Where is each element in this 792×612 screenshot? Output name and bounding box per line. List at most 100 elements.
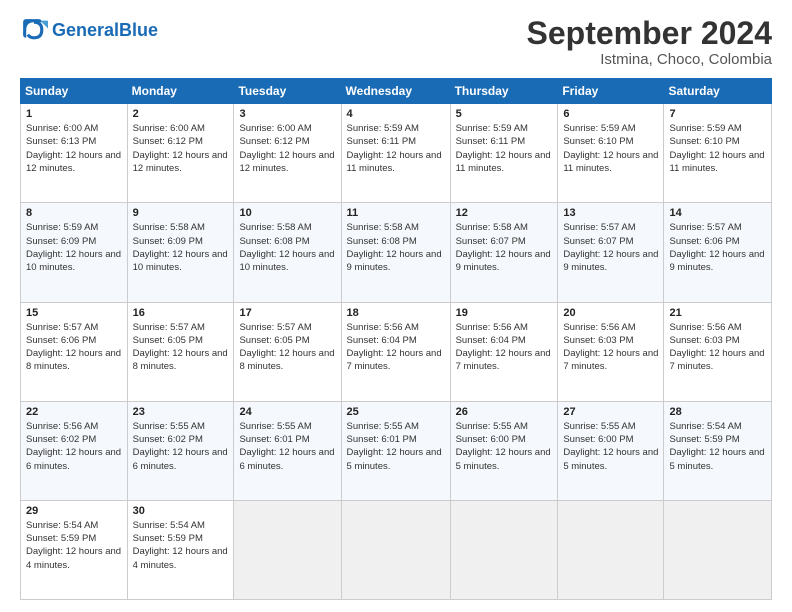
sunset-label: Sunset: 6:07 PM <box>456 236 526 247</box>
sunset-label: Sunset: 6:06 PM <box>26 335 96 346</box>
table-row: 5 Sunrise: 5:59 AM Sunset: 6:11 PM Dayli… <box>450 104 558 203</box>
day-detail: Sunrise: 5:58 AM Sunset: 6:09 PM Dayligh… <box>133 221 229 274</box>
sunset-label: Sunset: 6:05 PM <box>133 335 203 346</box>
day-number: 16 <box>133 307 229 319</box>
sunset-label: Sunset: 5:59 PM <box>133 533 203 544</box>
day-number: 21 <box>669 307 766 319</box>
sunset-label: Sunset: 6:04 PM <box>456 335 526 346</box>
sunrise-label: Sunrise: 5:55 AM <box>239 421 311 432</box>
day-number: 11 <box>347 207 445 219</box>
month-title: September 2024 <box>527 16 772 51</box>
table-row: 24 Sunrise: 5:55 AM Sunset: 6:01 PM Dayl… <box>234 401 341 500</box>
sunset-label: Sunset: 6:08 PM <box>239 236 309 247</box>
day-detail: Sunrise: 5:59 AM Sunset: 6:09 PM Dayligh… <box>26 221 122 274</box>
col-friday: Friday <box>558 79 664 104</box>
day-detail: Sunrise: 5:57 AM Sunset: 6:06 PM Dayligh… <box>669 221 766 274</box>
table-row: 16 Sunrise: 5:57 AM Sunset: 6:05 PM Dayl… <box>127 302 234 401</box>
table-row: 17 Sunrise: 5:57 AM Sunset: 6:05 PM Dayl… <box>234 302 341 401</box>
header: GeneralBlue September 2024 Istmina, Choc… <box>20 16 772 68</box>
sunset-label: Sunset: 5:59 PM <box>26 533 96 544</box>
table-row: 10 Sunrise: 5:58 AM Sunset: 6:08 PM Dayl… <box>234 203 341 302</box>
daylight-label: Daylight: 12 hours and 8 minutes. <box>26 348 121 372</box>
sunset-label: Sunset: 6:01 PM <box>347 434 417 445</box>
day-number: 17 <box>239 307 335 319</box>
daylight-label: Daylight: 12 hours and 8 minutes. <box>133 348 228 372</box>
table-row: 27 Sunrise: 5:55 AM Sunset: 6:00 PM Dayl… <box>558 401 664 500</box>
sunrise-label: Sunrise: 5:57 AM <box>239 322 311 333</box>
day-detail: Sunrise: 5:56 AM Sunset: 6:03 PM Dayligh… <box>669 321 766 374</box>
day-number: 12 <box>456 207 553 219</box>
daylight-label: Daylight: 12 hours and 6 minutes. <box>239 447 334 471</box>
table-row: 13 Sunrise: 5:57 AM Sunset: 6:07 PM Dayl… <box>558 203 664 302</box>
sunset-label: Sunset: 6:02 PM <box>133 434 203 445</box>
sunset-label: Sunset: 6:00 PM <box>563 434 633 445</box>
day-number: 19 <box>456 307 553 319</box>
table-row: 25 Sunrise: 5:55 AM Sunset: 6:01 PM Dayl… <box>341 401 450 500</box>
day-detail: Sunrise: 5:59 AM Sunset: 6:10 PM Dayligh… <box>563 122 658 175</box>
subtitle: Istmina, Choco, Colombia <box>527 51 772 68</box>
sunrise-label: Sunrise: 5:58 AM <box>347 222 419 233</box>
day-number: 5 <box>456 108 553 120</box>
daylight-label: Daylight: 12 hours and 10 minutes. <box>133 249 228 273</box>
day-detail: Sunrise: 5:58 AM Sunset: 6:07 PM Dayligh… <box>456 221 553 274</box>
table-row: 11 Sunrise: 5:58 AM Sunset: 6:08 PM Dayl… <box>341 203 450 302</box>
day-detail: Sunrise: 5:58 AM Sunset: 6:08 PM Dayligh… <box>239 221 335 274</box>
sunset-label: Sunset: 6:04 PM <box>347 335 417 346</box>
col-wednesday: Wednesday <box>341 79 450 104</box>
table-row: 28 Sunrise: 5:54 AM Sunset: 5:59 PM Dayl… <box>664 401 772 500</box>
sunrise-label: Sunrise: 6:00 AM <box>26 123 98 134</box>
sunrise-label: Sunrise: 5:54 AM <box>669 421 741 432</box>
daylight-label: Daylight: 12 hours and 11 minutes. <box>347 150 442 174</box>
logo-icon <box>20 16 48 44</box>
table-row <box>664 500 772 599</box>
day-detail: Sunrise: 5:55 AM Sunset: 6:02 PM Dayligh… <box>133 420 229 473</box>
logo: GeneralBlue <box>20 16 158 44</box>
table-row: 2 Sunrise: 6:00 AM Sunset: 6:12 PM Dayli… <box>127 104 234 203</box>
sunrise-label: Sunrise: 5:56 AM <box>456 322 528 333</box>
table-row: 30 Sunrise: 5:54 AM Sunset: 5:59 PM Dayl… <box>127 500 234 599</box>
table-row: 29 Sunrise: 5:54 AM Sunset: 5:59 PM Dayl… <box>21 500 128 599</box>
daylight-label: Daylight: 12 hours and 7 minutes. <box>669 348 764 372</box>
table-row: 8 Sunrise: 5:59 AM Sunset: 6:09 PM Dayli… <box>21 203 128 302</box>
table-row: 21 Sunrise: 5:56 AM Sunset: 6:03 PM Dayl… <box>664 302 772 401</box>
daylight-label: Daylight: 12 hours and 5 minutes. <box>456 447 551 471</box>
table-row: 12 Sunrise: 5:58 AM Sunset: 6:07 PM Dayl… <box>450 203 558 302</box>
day-detail: Sunrise: 5:56 AM Sunset: 6:04 PM Dayligh… <box>347 321 445 374</box>
daylight-label: Daylight: 12 hours and 11 minutes. <box>669 150 764 174</box>
table-row <box>341 500 450 599</box>
col-monday: Monday <box>127 79 234 104</box>
sunrise-label: Sunrise: 5:59 AM <box>26 222 98 233</box>
sunrise-label: Sunrise: 5:56 AM <box>669 322 741 333</box>
day-number: 2 <box>133 108 229 120</box>
day-number: 25 <box>347 406 445 418</box>
day-number: 6 <box>563 108 658 120</box>
table-row: 19 Sunrise: 5:56 AM Sunset: 6:04 PM Dayl… <box>450 302 558 401</box>
day-detail: Sunrise: 5:59 AM Sunset: 6:11 PM Dayligh… <box>347 122 445 175</box>
day-detail: Sunrise: 5:57 AM Sunset: 6:06 PM Dayligh… <box>26 321 122 374</box>
daylight-label: Daylight: 12 hours and 9 minutes. <box>669 249 764 273</box>
day-number: 29 <box>26 505 122 517</box>
daylight-label: Daylight: 12 hours and 4 minutes. <box>26 546 121 570</box>
daylight-label: Daylight: 12 hours and 6 minutes. <box>133 447 228 471</box>
day-number: 27 <box>563 406 658 418</box>
sunrise-label: Sunrise: 5:58 AM <box>239 222 311 233</box>
daylight-label: Daylight: 12 hours and 6 minutes. <box>26 447 121 471</box>
day-number: 14 <box>669 207 766 219</box>
daylight-label: Daylight: 12 hours and 8 minutes. <box>239 348 334 372</box>
day-detail: Sunrise: 5:54 AM Sunset: 5:59 PM Dayligh… <box>26 519 122 572</box>
daylight-label: Daylight: 12 hours and 7 minutes. <box>563 348 658 372</box>
sunset-label: Sunset: 6:00 PM <box>456 434 526 445</box>
day-number: 18 <box>347 307 445 319</box>
day-number: 13 <box>563 207 658 219</box>
sunset-label: Sunset: 6:08 PM <box>347 236 417 247</box>
title-block: September 2024 Istmina, Choco, Colombia <box>527 16 772 68</box>
day-number: 7 <box>669 108 766 120</box>
col-saturday: Saturday <box>664 79 772 104</box>
col-tuesday: Tuesday <box>234 79 341 104</box>
daylight-label: Daylight: 12 hours and 12 minutes. <box>133 150 228 174</box>
sunset-label: Sunset: 6:10 PM <box>669 136 739 147</box>
sunset-label: Sunset: 6:10 PM <box>563 136 633 147</box>
day-detail: Sunrise: 5:56 AM Sunset: 6:02 PM Dayligh… <box>26 420 122 473</box>
week-row-1: 1 Sunrise: 6:00 AM Sunset: 6:13 PM Dayli… <box>21 104 772 203</box>
sunset-label: Sunset: 6:01 PM <box>239 434 309 445</box>
